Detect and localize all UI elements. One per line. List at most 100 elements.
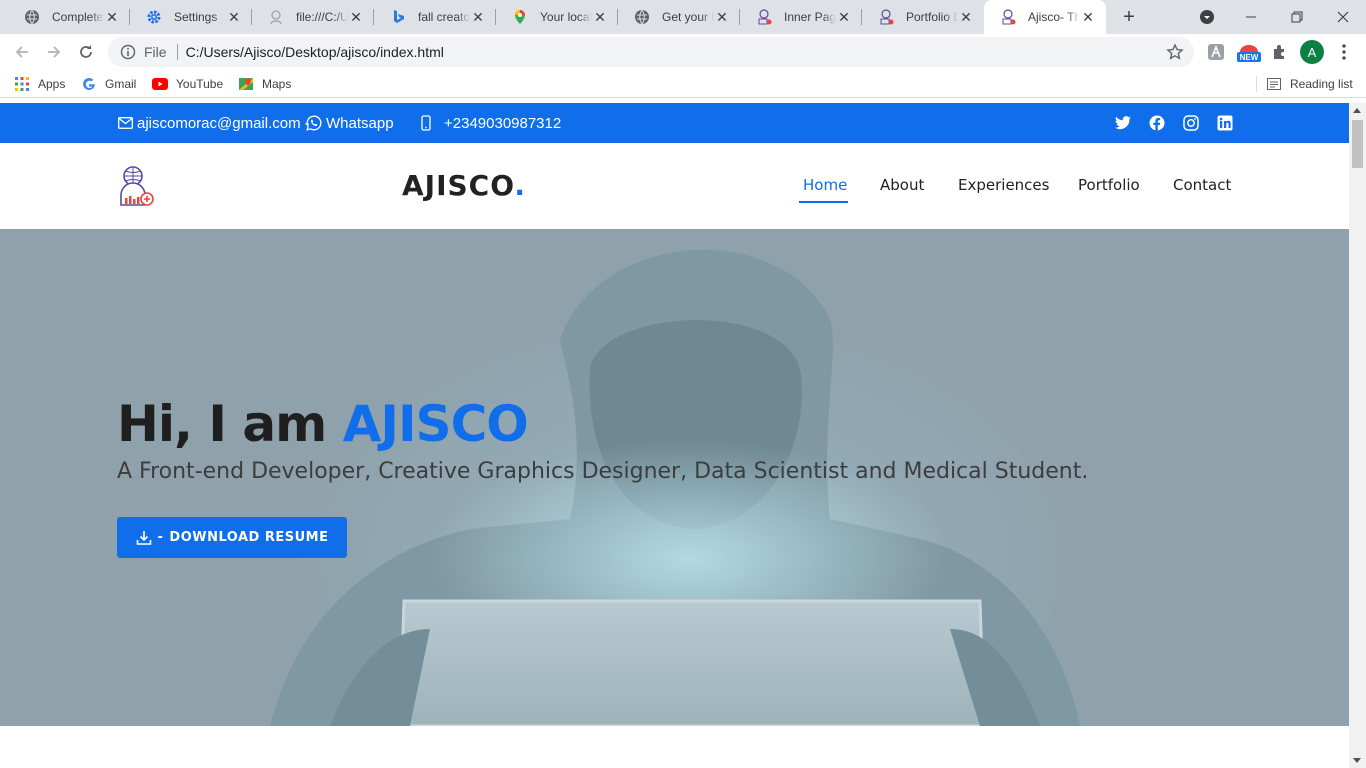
tab-title: Your locatio (540, 10, 592, 24)
bookmark-youtube[interactable]: YouTube (152, 76, 223, 92)
nav-active-indicator (799, 201, 848, 203)
bookmark-apps[interactable]: Apps (14, 76, 65, 92)
forward-arrow-icon[interactable] (42, 40, 66, 64)
download-button-label: DOWNLOAD RESUME (169, 530, 329, 545)
hero-greeting: Hi, I am (117, 395, 343, 453)
linkedin-icon[interactable] (1217, 115, 1233, 131)
scroll-down-arrow-icon[interactable] (1353, 758, 1361, 763)
hero-section: Hi, I am AJISCO A Front-end Developer, C… (0, 229, 1349, 726)
scrollbar-thumb[interactable] (1352, 120, 1363, 168)
extension-a-icon[interactable] (1206, 42, 1226, 62)
hero-name: AJISCO (342, 395, 529, 453)
browser-tab[interactable]: Portfolio D ✕ (862, 0, 984, 34)
envelope-icon (117, 115, 133, 131)
close-tab-icon[interactable]: ✕ (104, 9, 120, 25)
tab-title: fall creator (418, 10, 470, 24)
site-logo-icon (1000, 9, 1016, 25)
url-text[interactable]: C:/Users/Ajisco/Desktop/ajisco/index.htm… (186, 44, 444, 60)
whatsapp-text: Whatsapp (326, 114, 394, 132)
brand-dot: . (514, 169, 527, 202)
browser-tab[interactable]: Complete D ✕ (8, 0, 130, 34)
download-button-prefix: - (157, 530, 164, 545)
browser-toolbar: File C:/Users/Ajisco/Desktop/ajisco/inde… (0, 34, 1366, 70)
gear-icon (146, 9, 162, 25)
kebab-menu-icon[interactable] (1334, 42, 1354, 62)
close-tab-icon[interactable]: ✕ (348, 9, 364, 25)
maps-icon (238, 76, 254, 92)
nav-portfolio[interactable]: Portfolio (1078, 176, 1140, 194)
document-icon (268, 9, 284, 25)
back-arrow-icon[interactable] (10, 40, 34, 64)
twitter-icon[interactable] (1115, 115, 1131, 131)
site-logo-icon (878, 9, 894, 25)
close-tab-icon[interactable]: ✕ (470, 9, 486, 25)
google-g-icon (81, 76, 97, 92)
restore-icon[interactable] (1274, 0, 1320, 34)
tab-title: Portfolio D (906, 10, 958, 24)
scroll-up-arrow-icon[interactable] (1353, 108, 1361, 113)
instagram-icon[interactable] (1183, 115, 1199, 131)
minimize-icon[interactable] (1228, 0, 1274, 34)
topbar-phone[interactable]: +2349030987312 (418, 103, 561, 143)
phone-icon (418, 115, 434, 131)
browser-tab[interactable]: Get your b ✕ (618, 0, 740, 34)
extension-new-badge-icon[interactable]: NEW (1236, 42, 1262, 62)
tab-title: Complete D (52, 10, 104, 24)
close-window-icon[interactable] (1320, 0, 1366, 34)
browser-tab[interactable]: Inner Page ✕ (740, 0, 862, 34)
close-tab-icon[interactable]: ✕ (592, 9, 608, 25)
topbar-whatsapp[interactable]: Whatsapp (306, 103, 394, 143)
address-bar[interactable]: File C:/Users/Ajisco/Desktop/ajisco/inde… (108, 37, 1194, 67)
close-tab-icon[interactable]: ✕ (714, 9, 730, 25)
page-scrollbar[interactable] (1349, 103, 1366, 768)
nav-home[interactable]: Home (803, 176, 847, 194)
site-logo-icon (756, 9, 772, 25)
browser-tab[interactable]: file:///C:/Us ✕ (252, 0, 374, 34)
site-logo[interactable] (118, 165, 156, 207)
extensions-puzzle-icon[interactable] (1270, 42, 1290, 62)
site-brand[interactable]: AJISCO. (402, 169, 526, 202)
reading-list-icon (1266, 76, 1282, 92)
site-header: AJISCO. Home About Experiences Portfolio… (0, 143, 1349, 229)
bookmarks-divider (1256, 76, 1257, 92)
bing-icon (390, 9, 406, 25)
globe-icon (634, 9, 650, 25)
bookmark-gmail[interactable]: Gmail (81, 76, 136, 92)
phone-text: +2349030987312 (444, 114, 562, 132)
bookmark-label: YouTube (176, 77, 224, 91)
reload-icon[interactable] (74, 40, 98, 64)
topbar-email[interactable]: ajiscomorac@gmail.com - (117, 103, 310, 143)
browser-tab[interactable]: Settings ✕ (130, 0, 252, 34)
email-text: ajiscomorac@gmail.com (137, 114, 301, 132)
bookmark-label: Apps (38, 77, 66, 91)
reading-list-label: Reading list (1290, 77, 1353, 91)
bookmark-label: Gmail (105, 77, 137, 91)
nav-experiences[interactable]: Experiences (958, 176, 1049, 194)
profile-avatar[interactable]: A (1300, 40, 1324, 64)
reading-list-button[interactable]: Reading list (1266, 76, 1353, 92)
close-tab-icon[interactable]: ✕ (1080, 9, 1096, 25)
close-tab-icon[interactable]: ✕ (836, 9, 852, 25)
maps-pin-icon (512, 9, 528, 25)
apps-grid-icon (14, 76, 30, 92)
download-resume-button[interactable]: - DOWNLOAD RESUME (117, 517, 347, 558)
browser-tab-strip: Complete D ✕ Settings ✕ file:///C:/Us ✕ … (0, 0, 1366, 34)
browser-tab-active[interactable]: Ajisco- The ✕ (984, 0, 1106, 34)
browser-tab[interactable]: fall creator ✕ (374, 0, 496, 34)
tab-search-icon[interactable] (1184, 0, 1230, 34)
bookmark-maps[interactable]: Maps (238, 76, 291, 92)
facebook-icon[interactable] (1149, 115, 1165, 131)
bookmark-label: Maps (262, 77, 292, 91)
nav-about[interactable]: About (880, 176, 924, 194)
url-divider (176, 44, 178, 60)
new-tab-plus-icon[interactable]: + (1118, 6, 1140, 28)
youtube-icon (152, 76, 168, 92)
new-badge-label: NEW (1240, 53, 1259, 62)
browser-tab[interactable]: Your locatio ✕ (496, 0, 618, 34)
brand-text: AJISCO (402, 169, 515, 202)
info-icon[interactable] (120, 44, 136, 60)
close-tab-icon[interactable]: ✕ (958, 9, 974, 25)
nav-contact[interactable]: Contact (1173, 176, 1231, 194)
close-tab-icon[interactable]: ✕ (226, 9, 242, 25)
bookmark-star-icon[interactable] (1166, 43, 1184, 66)
